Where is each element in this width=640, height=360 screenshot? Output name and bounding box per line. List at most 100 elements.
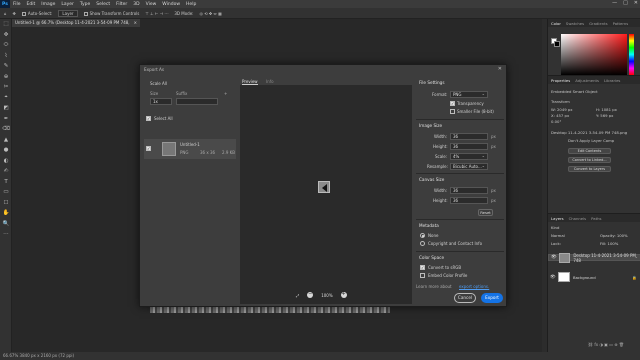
tool-icon[interactable]: ◐ (0, 156, 12, 167)
close-icon[interactable]: × (134, 19, 137, 27)
tool-icon[interactable]: ✍ (0, 166, 12, 177)
tool-icon[interactable]: ● (0, 145, 12, 156)
menu-type[interactable]: Type (77, 2, 93, 7)
move-tool-icon[interactable]: ✥ (13, 11, 16, 16)
convert-linked-button[interactable]: Convert to Linked... (568, 157, 611, 163)
asset-item[interactable]: ✓ Untitled-1 PNG 36 x 36 2.9 KB (144, 139, 236, 159)
tab-gradients[interactable]: Gradients (589, 21, 608, 26)
home-icon[interactable]: ⌂ (4, 11, 7, 16)
tool-icon[interactable]: ⌫ (0, 124, 12, 135)
tool-icon[interactable]: ⬭ (0, 40, 12, 51)
zoom-in-button[interactable]: + (340, 292, 347, 298)
tool-icon[interactable]: ✒ (0, 114, 12, 125)
menu-3d[interactable]: 3D (130, 2, 142, 7)
add-scale-icon[interactable]: + (224, 91, 227, 96)
tab-adjustments[interactable]: Adjustments (575, 78, 599, 83)
show-transform-checkbox[interactable]: Show Transform Controls (83, 11, 139, 16)
document-tab[interactable]: Untitled-1 @ 66.7% (Desktop 11-4-2021 3-… (12, 19, 140, 33)
canvas-height-input[interactable]: 36 (450, 197, 488, 204)
hand-tool-icon[interactable]: ⤢ (296, 293, 299, 298)
angle-value[interactable]: 0.00° (551, 119, 561, 124)
width-value[interactable]: W: 2049 px (551, 107, 573, 112)
edit-contents-button[interactable]: Edit Contents (568, 148, 611, 154)
tool-icon[interactable]: ⌖ (0, 93, 12, 104)
convert-srgb-checkbox[interactable]: ✓ (420, 265, 425, 270)
color-picker-field[interactable] (561, 34, 627, 75)
close-window-button[interactable]: ✕ (634, 0, 638, 6)
layer-row-background[interactable]: 👁 Background 🔒 (548, 270, 640, 284)
x-value[interactable]: X: 457 px (551, 113, 569, 118)
eye-icon[interactable]: 👁 (551, 255, 557, 260)
smaller-file-checkbox[interactable] (450, 109, 455, 114)
preview-area[interactable]: ⤢ − 100% + (240, 85, 412, 304)
tool-icon[interactable]: ⌇ (0, 51, 12, 62)
tool-icon[interactable]: ⋯ (0, 229, 12, 240)
tool-icon[interactable]: ⬚ (0, 19, 12, 30)
eye-icon[interactable]: 👁 (550, 275, 556, 280)
tab-patterns[interactable]: Patterns (613, 21, 629, 26)
tool-icon[interactable]: ✋ (0, 208, 12, 219)
menu-edit[interactable]: Edit (24, 2, 39, 7)
canvas-width-input[interactable]: 36 (450, 187, 488, 194)
tab-channels[interactable]: Channels (569, 216, 587, 221)
menu-window[interactable]: Window (159, 2, 183, 7)
select-all-checkbox[interactable]: ✓ (146, 116, 151, 121)
tool-icon[interactable]: T (0, 177, 12, 188)
menu-view[interactable]: View (143, 2, 160, 7)
menu-help[interactable]: Help (183, 2, 199, 7)
metadata-copyright-radio[interactable] (420, 241, 425, 246)
tool-icon[interactable]: ⊕ (0, 72, 12, 83)
menu-layer[interactable]: Layer (58, 2, 77, 7)
layer-kind-filter[interactable]: Kind (551, 225, 559, 230)
export-options-link[interactable]: export options. (459, 284, 489, 289)
hue-slider[interactable] (629, 34, 634, 75)
tab-color[interactable]: Color (551, 21, 561, 26)
resample-select[interactable]: Bicubic Auto... (450, 163, 488, 170)
transparency-checkbox[interactable]: ✓ (450, 101, 455, 106)
tool-icon[interactable]: ✥ (0, 30, 12, 41)
tool-icon[interactable]: ✂ (0, 82, 12, 93)
cancel-button[interactable]: Cancel (454, 293, 476, 303)
tab-libraries[interactable]: Libraries (604, 78, 620, 83)
tool-icon[interactable]: ◩ (0, 103, 12, 114)
menu-file[interactable]: File (10, 2, 24, 7)
tool-icon[interactable]: ☐ (0, 198, 12, 209)
tool-icon[interactable]: 🔍 (0, 219, 12, 230)
menu-image[interactable]: Image (38, 2, 58, 7)
layer-comp-select[interactable]: Don't Apply Layer Comp (568, 138, 614, 143)
blend-mode-select[interactable]: Normal (551, 233, 565, 238)
embed-profile-checkbox[interactable] (420, 273, 425, 278)
layer-footer-icons[interactable]: ⛓ fx ◑ ▣ ▭ ⊕ 🗑 (588, 342, 624, 347)
export-button[interactable]: Export (481, 293, 503, 303)
background-color-swatch[interactable] (554, 41, 560, 47)
format-select[interactable]: PNG (450, 91, 488, 98)
layer-select-dropdown[interactable]: Layer (58, 9, 78, 17)
reset-button[interactable]: Reset (478, 209, 493, 216)
auto-select-checkbox[interactable]: Auto-Select: (21, 11, 52, 16)
y-value[interactable]: Y: 569 px (596, 113, 613, 118)
tab-layers[interactable]: Layers (551, 216, 564, 221)
height-value[interactable]: H: 1081 px (596, 107, 617, 112)
menu-select[interactable]: Select (93, 2, 113, 7)
tool-icon[interactable]: ▭ (0, 187, 12, 198)
tab-swatches[interactable]: Swatches (566, 21, 584, 26)
scale-select[interactable]: 4% (450, 153, 488, 160)
tab-info[interactable]: Info (266, 79, 274, 84)
metadata-none-radio[interactable] (420, 233, 425, 238)
menu-filter[interactable]: Filter (113, 2, 130, 7)
3d-mode-icons[interactable]: ◎ ⟲ ✥ ⇔ ▦ (200, 11, 222, 16)
convert-layers-button[interactable]: Convert to Layers (568, 166, 611, 172)
width-input[interactable]: 36 (450, 133, 488, 140)
align-icons[interactable]: ⊤ ⊥ ⊢ ⊣ ⋯ (145, 11, 168, 16)
tool-icon[interactable]: ✎ (0, 61, 12, 72)
opacity-field[interactable]: Opacity: 100% (600, 233, 628, 238)
size-select[interactable]: 1x (150, 98, 172, 105)
height-input[interactable]: 36 (450, 143, 488, 150)
close-icon[interactable]: ✕ (498, 66, 502, 72)
maximize-button[interactable]: □ (623, 0, 628, 6)
layer-row-smart-object[interactable]: 👁 Desktop 11-4-2021 3-54-09 PM 748 (548, 252, 640, 263)
tab-properties[interactable]: Properties (551, 78, 570, 83)
fill-field[interactable]: Fill: 100% (600, 241, 618, 246)
tab-paths[interactable]: Paths (591, 216, 601, 221)
asset-checkbox[interactable]: ✓ (146, 146, 151, 151)
